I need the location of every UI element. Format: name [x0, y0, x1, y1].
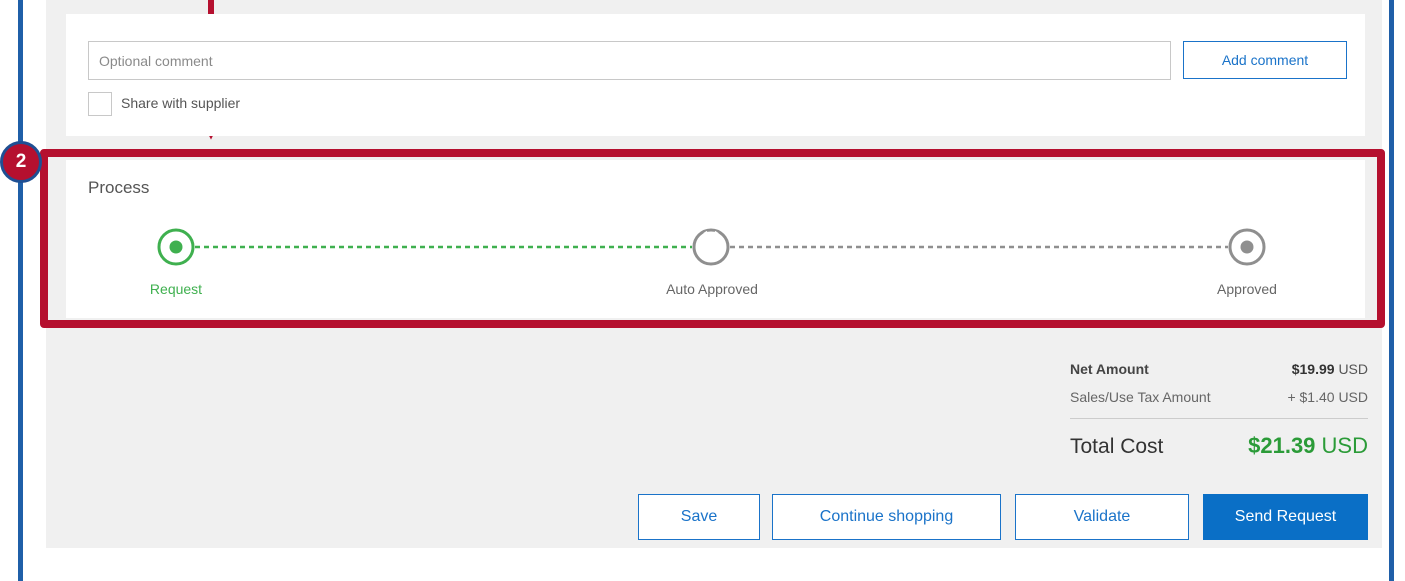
add-comment-button[interactable]: Add comment — [1183, 41, 1347, 79]
total-amount: $21.39 — [1248, 433, 1316, 458]
total-currency: USD — [1321, 433, 1368, 458]
share-with-supplier-label: Share with supplier — [121, 95, 241, 111]
tax-amount: + $1.40 — [1287, 389, 1335, 405]
total-cost-value: $21.39 USD — [1248, 433, 1368, 459]
summary-divider — [1070, 418, 1368, 419]
share-with-supplier-checkbox[interactable] — [88, 92, 112, 116]
tax-amount-label: Sales/Use Tax Amount — [1070, 389, 1211, 405]
net-currency: USD — [1338, 361, 1368, 377]
comment-input[interactable] — [88, 41, 1171, 80]
annotation-step-badge: 2 — [0, 141, 42, 183]
net-amount-label: Net Amount — [1070, 361, 1149, 377]
annotation-highlight-box — [40, 149, 1385, 328]
validate-button[interactable]: Validate — [1015, 494, 1189, 540]
continue-shopping-button[interactable]: Continue shopping — [772, 494, 1001, 540]
net-amount: $19.99 — [1291, 361, 1335, 377]
net-amount-value: $19.99 USD — [1292, 361, 1368, 377]
send-request-button[interactable]: Send Request — [1203, 494, 1368, 540]
tax-amount-value: + $1.40 USD — [1287, 389, 1368, 405]
save-button[interactable]: Save — [638, 494, 760, 540]
total-cost-label: Total Cost — [1070, 435, 1164, 458]
tax-currency: USD — [1338, 389, 1368, 405]
